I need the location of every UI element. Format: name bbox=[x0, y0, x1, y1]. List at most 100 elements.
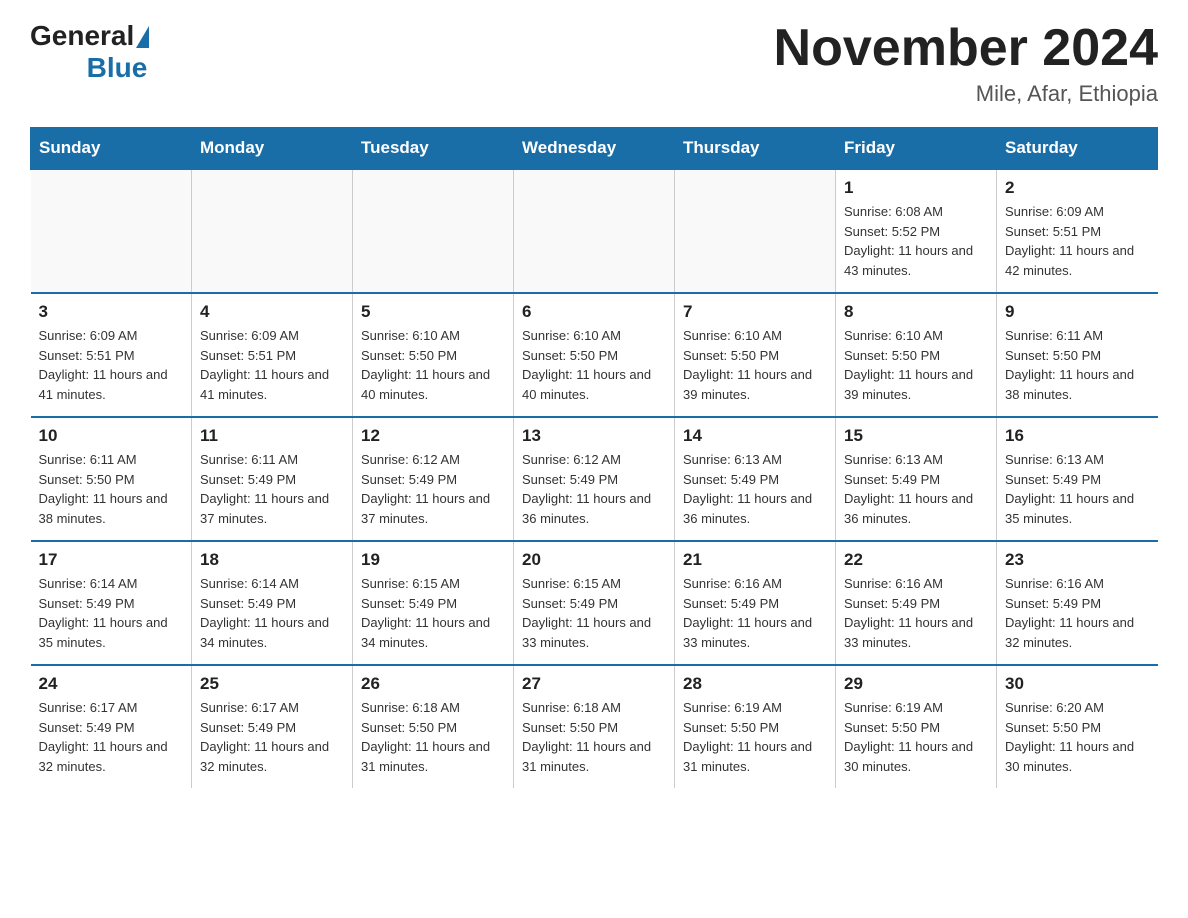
day-number: 5 bbox=[361, 302, 505, 322]
calendar-cell: 28 Sunrise: 6:19 AM Sunset: 5:50 PM Dayli… bbox=[675, 665, 836, 788]
day-number: 19 bbox=[361, 550, 505, 570]
day-sun-info: Sunrise: 6:10 AM Sunset: 5:50 PM Dayligh… bbox=[844, 326, 988, 404]
day-sun-info: Sunrise: 6:15 AM Sunset: 5:49 PM Dayligh… bbox=[522, 574, 666, 652]
calendar-cell: 9 Sunrise: 6:11 AM Sunset: 5:50 PM Daylig… bbox=[997, 293, 1158, 417]
day-sun-info: Sunrise: 6:10 AM Sunset: 5:50 PM Dayligh… bbox=[683, 326, 827, 404]
calendar-table: SundayMondayTuesdayWednesdayThursdayFrid… bbox=[30, 127, 1158, 788]
calendar-cell: 13 Sunrise: 6:12 AM Sunset: 5:49 PM Dayli… bbox=[514, 417, 675, 541]
day-sun-info: Sunrise: 6:18 AM Sunset: 5:50 PM Dayligh… bbox=[522, 698, 666, 776]
day-number: 3 bbox=[39, 302, 184, 322]
day-number: 28 bbox=[683, 674, 827, 694]
calendar-cell: 2 Sunrise: 6:09 AM Sunset: 5:51 PM Daylig… bbox=[997, 169, 1158, 293]
calendar-cell bbox=[353, 169, 514, 293]
calendar-cell: 5Sunrise: 6:10 AM Sunset: 5:50 PM Daylig… bbox=[353, 293, 514, 417]
day-number: 24 bbox=[39, 674, 184, 694]
day-sun-info: Sunrise: 6:09 AM Sunset: 5:51 PM Dayligh… bbox=[200, 326, 344, 404]
day-sun-info: Sunrise: 6:11 AM Sunset: 5:50 PM Dayligh… bbox=[1005, 326, 1150, 404]
day-number: 7 bbox=[683, 302, 827, 322]
weekday-header-monday: Monday bbox=[192, 128, 353, 170]
day-sun-info: Sunrise: 6:16 AM Sunset: 5:49 PM Dayligh… bbox=[1005, 574, 1150, 652]
day-number: 21 bbox=[683, 550, 827, 570]
day-sun-info: Sunrise: 6:16 AM Sunset: 5:49 PM Dayligh… bbox=[844, 574, 988, 652]
page-header: General Blue November 2024 Mile, Afar, E… bbox=[30, 20, 1158, 107]
calendar-cell: 1 Sunrise: 6:08 AM Sunset: 5:52 PM Daylig… bbox=[836, 169, 997, 293]
day-sun-info: Sunrise: 6:15 AM Sunset: 5:49 PM Dayligh… bbox=[361, 574, 505, 652]
calendar-cell: 14 Sunrise: 6:13 AM Sunset: 5:49 PM Dayli… bbox=[675, 417, 836, 541]
calendar-week-row: 3 Sunrise: 6:09 AM Sunset: 5:51 PM Daylig… bbox=[31, 293, 1158, 417]
day-number: 26 bbox=[361, 674, 505, 694]
calendar-cell bbox=[514, 169, 675, 293]
weekday-header-thursday: Thursday bbox=[675, 128, 836, 170]
day-sun-info: Sunrise: 6:14 AM Sunset: 5:49 PM Dayligh… bbox=[200, 574, 344, 652]
calendar-cell bbox=[31, 169, 192, 293]
calendar-cell: 30Sunrise: 6:20 AM Sunset: 5:50 PM Dayli… bbox=[997, 665, 1158, 788]
day-number: 8 bbox=[844, 302, 988, 322]
day-sun-info: Sunrise: 6:10 AM Sunset: 5:50 PM Dayligh… bbox=[522, 326, 666, 404]
day-sun-info: Sunrise: 6:19 AM Sunset: 5:50 PM Dayligh… bbox=[844, 698, 988, 776]
day-sun-info: Sunrise: 6:20 AM Sunset: 5:50 PM Dayligh… bbox=[1005, 698, 1150, 776]
weekday-header-sunday: Sunday bbox=[31, 128, 192, 170]
day-number: 1 bbox=[844, 178, 988, 198]
location-subtitle: Mile, Afar, Ethiopia bbox=[774, 81, 1158, 107]
day-sun-info: Sunrise: 6:13 AM Sunset: 5:49 PM Dayligh… bbox=[683, 450, 827, 528]
day-sun-info: Sunrise: 6:18 AM Sunset: 5:50 PM Dayligh… bbox=[361, 698, 505, 776]
day-number: 22 bbox=[844, 550, 988, 570]
calendar-cell: 8 Sunrise: 6:10 AM Sunset: 5:50 PM Daylig… bbox=[836, 293, 997, 417]
day-sun-info: Sunrise: 6:09 AM Sunset: 5:51 PM Dayligh… bbox=[1005, 202, 1150, 280]
month-year-title: November 2024 bbox=[774, 20, 1158, 77]
day-sun-info: Sunrise: 6:17 AM Sunset: 5:49 PM Dayligh… bbox=[39, 698, 184, 776]
calendar-cell: 29Sunrise: 6:19 AM Sunset: 5:50 PM Dayli… bbox=[836, 665, 997, 788]
day-sun-info: Sunrise: 6:16 AM Sunset: 5:49 PM Dayligh… bbox=[683, 574, 827, 652]
day-sun-info: Sunrise: 6:11 AM Sunset: 5:49 PM Dayligh… bbox=[200, 450, 344, 528]
calendar-cell: 20 Sunrise: 6:15 AM Sunset: 5:49 PM Dayli… bbox=[514, 541, 675, 665]
calendar-cell: 21 Sunrise: 6:16 AM Sunset: 5:49 PM Dayli… bbox=[675, 541, 836, 665]
calendar-cell: 10 Sunrise: 6:11 AM Sunset: 5:50 PM Dayli… bbox=[31, 417, 192, 541]
calendar-cell: 17 Sunrise: 6:14 AM Sunset: 5:49 PM Dayli… bbox=[31, 541, 192, 665]
calendar-week-row: 24 Sunrise: 6:17 AM Sunset: 5:49 PM Dayli… bbox=[31, 665, 1158, 788]
logo: General Blue bbox=[30, 20, 149, 84]
calendar-cell bbox=[192, 169, 353, 293]
day-sun-info: Sunrise: 6:14 AM Sunset: 5:49 PM Dayligh… bbox=[39, 574, 184, 652]
day-number: 17 bbox=[39, 550, 184, 570]
day-number: 11 bbox=[200, 426, 344, 446]
calendar-week-row: 17 Sunrise: 6:14 AM Sunset: 5:49 PM Dayli… bbox=[31, 541, 1158, 665]
logo-triangle-icon bbox=[136, 26, 149, 48]
weekday-header-friday: Friday bbox=[836, 128, 997, 170]
calendar-cell: 23 Sunrise: 6:16 AM Sunset: 5:49 PM Dayli… bbox=[997, 541, 1158, 665]
calendar-cell: 3 Sunrise: 6:09 AM Sunset: 5:51 PM Daylig… bbox=[31, 293, 192, 417]
calendar-cell: 12 Sunrise: 6:12 AM Sunset: 5:49 PM Dayli… bbox=[353, 417, 514, 541]
weekday-header-row: SundayMondayTuesdayWednesdayThursdayFrid… bbox=[31, 128, 1158, 170]
day-number: 25 bbox=[200, 674, 344, 694]
day-number: 20 bbox=[522, 550, 666, 570]
day-number: 18 bbox=[200, 550, 344, 570]
day-number: 15 bbox=[844, 426, 988, 446]
day-number: 14 bbox=[683, 426, 827, 446]
day-number: 12 bbox=[361, 426, 505, 446]
day-number: 9 bbox=[1005, 302, 1150, 322]
calendar-cell: 15Sunrise: 6:13 AM Sunset: 5:49 PM Dayli… bbox=[836, 417, 997, 541]
calendar-cell: 22 Sunrise: 6:16 AM Sunset: 5:49 PM Dayli… bbox=[836, 541, 997, 665]
day-number: 23 bbox=[1005, 550, 1150, 570]
logo-general-text: General bbox=[30, 20, 134, 52]
day-number: 2 bbox=[1005, 178, 1150, 198]
calendar-cell: 25 Sunrise: 6:17 AM Sunset: 5:49 PM Dayli… bbox=[192, 665, 353, 788]
day-sun-info: Sunrise: 6:09 AM Sunset: 5:51 PM Dayligh… bbox=[39, 326, 184, 404]
day-sun-info: Sunrise: 6:11 AM Sunset: 5:50 PM Dayligh… bbox=[39, 450, 184, 528]
day-number: 13 bbox=[522, 426, 666, 446]
logo-blue-text: Blue bbox=[87, 52, 148, 84]
day-sun-info: Sunrise: 6:17 AM Sunset: 5:49 PM Dayligh… bbox=[200, 698, 344, 776]
day-sun-info: Sunrise: 6:12 AM Sunset: 5:49 PM Dayligh… bbox=[361, 450, 505, 528]
day-sun-info: Sunrise: 6:08 AM Sunset: 5:52 PM Dayligh… bbox=[844, 202, 988, 280]
calendar-cell: 26 Sunrise: 6:18 AM Sunset: 5:50 PM Dayli… bbox=[353, 665, 514, 788]
day-sun-info: Sunrise: 6:12 AM Sunset: 5:49 PM Dayligh… bbox=[522, 450, 666, 528]
day-number: 10 bbox=[39, 426, 184, 446]
calendar-cell: 18 Sunrise: 6:14 AM Sunset: 5:49 PM Dayli… bbox=[192, 541, 353, 665]
calendar-cell: 19 Sunrise: 6:15 AM Sunset: 5:49 PM Dayli… bbox=[353, 541, 514, 665]
day-number: 4 bbox=[200, 302, 344, 322]
day-number: 16 bbox=[1005, 426, 1150, 446]
calendar-cell: 27Sunrise: 6:18 AM Sunset: 5:50 PM Dayli… bbox=[514, 665, 675, 788]
weekday-header-tuesday: Tuesday bbox=[353, 128, 514, 170]
calendar-cell bbox=[675, 169, 836, 293]
day-sun-info: Sunrise: 6:19 AM Sunset: 5:50 PM Dayligh… bbox=[683, 698, 827, 776]
day-number: 6 bbox=[522, 302, 666, 322]
